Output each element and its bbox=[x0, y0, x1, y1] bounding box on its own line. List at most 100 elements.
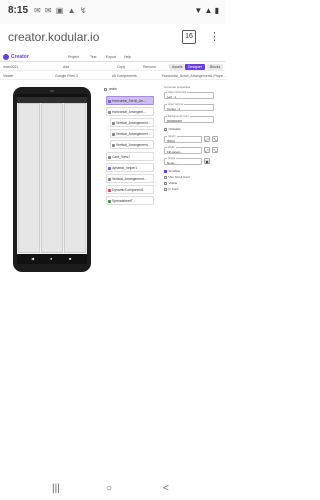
field-label: Background Color bbox=[167, 115, 190, 118]
camera-icon bbox=[50, 90, 54, 92]
component-icon bbox=[108, 177, 111, 181]
checkbox-icon bbox=[164, 187, 167, 191]
tree-item-label: Vertical_Arrangement... bbox=[112, 177, 147, 181]
properties-section-title: Common properties bbox=[164, 85, 191, 89]
align-vertical-dropdown[interactable]: Align Vertical Center : 2 bbox=[164, 103, 214, 111]
tree-item-label: Vertical_Arrangement... bbox=[116, 132, 151, 136]
tree-item-label: SpreadsheetT... bbox=[112, 199, 136, 203]
tree-item[interactable]: dynamic_helper1 bbox=[106, 163, 154, 172]
tree-item[interactable]: Vertical_Arrangement... bbox=[110, 140, 154, 149]
component-icon bbox=[112, 143, 115, 147]
scrollbar-checkbox[interactable]: Scrollbar bbox=[164, 169, 180, 173]
height-field[interactable]: Height 300px bbox=[164, 135, 202, 143]
properties-header: Horizontal_Scroll_Arrangement1 Prope... bbox=[162, 74, 226, 78]
tree-item-label: DynamicComponent1 bbox=[112, 188, 144, 192]
app-logo[interactable]: Creator bbox=[3, 54, 29, 60]
url-field[interactable]: creator.kodular.io bbox=[8, 30, 99, 44]
field-label: Width bbox=[167, 146, 176, 149]
browser-url-bar[interactable]: creator.kodular.io 16 ⋮ bbox=[0, 24, 225, 52]
preview-screen[interactable]: ◀ ● ■ bbox=[17, 94, 87, 264]
app-navbar: Creator Project Test Export Help bbox=[0, 52, 225, 62]
menu-export[interactable]: Export bbox=[106, 55, 116, 59]
tree-item-label: Horizontal_Arrangem... bbox=[112, 110, 146, 114]
image-field[interactable]: Image None... bbox=[164, 157, 202, 165]
preview-back-icon: ◀ bbox=[31, 256, 35, 261]
component-icon bbox=[112, 121, 115, 125]
tab-switcher-button[interactable]: 16 bbox=[182, 30, 196, 44]
copy-screen-button[interactable]: Copy bbox=[117, 65, 125, 69]
preview-arrangement-3[interactable] bbox=[64, 103, 86, 253]
use-scroll-card-checkbox[interactable]: Use Scroll Card bbox=[164, 175, 190, 179]
field-value: None... bbox=[167, 161, 177, 165]
tree-item-label: Vertical_Arrangement... bbox=[116, 121, 151, 125]
screen-selector[interactable]: main2021 bbox=[3, 65, 18, 69]
collapse-icon[interactable] bbox=[104, 87, 107, 91]
image-icon[interactable]: ▣ bbox=[204, 158, 210, 164]
designer-button[interactable]: Designer bbox=[185, 64, 206, 70]
blocks-button[interactable]: Blocks bbox=[207, 64, 224, 70]
tree-item[interactable]: Horizontal_Scroll_Arr... bbox=[106, 96, 154, 105]
checkbox-icon bbox=[164, 175, 167, 179]
field-value: #00000000 bbox=[167, 119, 183, 123]
preview-arrangement-2[interactable] bbox=[41, 103, 63, 253]
add-screen-button[interactable]: Add bbox=[63, 65, 69, 69]
visible-checkbox[interactable]: Visible bbox=[164, 181, 177, 185]
device-selector[interactable]: Google Pixel 3 bbox=[55, 74, 78, 78]
back-icon[interactable]: < bbox=[163, 483, 169, 495]
tree-item[interactable]: SpreadsheetT... bbox=[106, 196, 154, 205]
component-icon bbox=[112, 132, 115, 136]
recent-apps-icon[interactable]: ||| bbox=[52, 483, 60, 495]
tree-item-label: Horizontal_Scroll_Arr... bbox=[112, 99, 146, 103]
field-value: 300px bbox=[167, 139, 176, 143]
tree-item-label: dynamic_helper1 bbox=[112, 166, 138, 170]
component-icon bbox=[108, 99, 111, 103]
tree-item[interactable]: Vertical_Arrangement... bbox=[110, 118, 154, 127]
logo-icon bbox=[3, 54, 9, 60]
preview-recent-icon: ■ bbox=[69, 256, 72, 261]
clickable-checkbox[interactable]: Clickable bbox=[164, 127, 181, 131]
component-icon bbox=[108, 188, 111, 192]
collapse-arrows-icon[interactable]: ⤡ bbox=[212, 136, 218, 142]
designer-toolbar: main2021 Add Copy Remove Assets Designer… bbox=[0, 63, 225, 71]
menu-help[interactable]: Help bbox=[124, 55, 131, 59]
tree-item[interactable]: Horizontal_Arrangem... bbox=[106, 107, 154, 116]
component-icon bbox=[108, 155, 111, 159]
collapse-arrows-icon[interactable]: ⤡ bbox=[212, 147, 218, 153]
tree-item[interactable]: Vertical_Arrangement... bbox=[106, 174, 154, 183]
system-status-icons: ▼ ▲ ▮ bbox=[194, 6, 219, 15]
status-time: 8:15 bbox=[8, 5, 29, 16]
tree-root-label: main bbox=[109, 87, 117, 91]
browser-menu-icon[interactable]: ⋮ bbox=[209, 30, 220, 44]
expand-icon[interactable]: ⤢ bbox=[204, 136, 210, 142]
device-preview: ◀ ● ■ bbox=[13, 87, 91, 272]
tree-item[interactable]: Vertical_Arrangement... bbox=[110, 129, 154, 138]
checkbox-label: Clickable bbox=[168, 127, 181, 131]
components-filter[interactable]: All Components bbox=[112, 74, 137, 78]
field-value: Center : 2 bbox=[167, 107, 181, 111]
expand-icon[interactable]: ⤢ bbox=[204, 147, 210, 153]
in-card-checkbox[interactable]: In Card bbox=[164, 187, 178, 191]
field-value: Left : 1 bbox=[167, 95, 177, 99]
width-field[interactable]: Width Fill parent... bbox=[164, 146, 202, 154]
designer-subbar: Viewer Google Pixel 3 All Components Hor… bbox=[0, 72, 226, 80]
logo-text: Creator bbox=[11, 54, 29, 60]
menu-test[interactable]: Test bbox=[90, 55, 96, 59]
field-label: Align Horizontal bbox=[167, 91, 188, 94]
properties-panel: Common properties Align Horizontal Left … bbox=[160, 80, 225, 240]
assets-button[interactable]: Assets bbox=[169, 64, 186, 70]
preview-arrangement-1[interactable] bbox=[18, 103, 40, 253]
checkbox-icon bbox=[164, 127, 167, 131]
tree-item[interactable]: DynamicComponent1 bbox=[106, 185, 154, 194]
tree-item-label: Vertical_Arrangement... bbox=[116, 143, 151, 147]
tree-item[interactable]: Card_View1 bbox=[106, 152, 154, 161]
component-icon bbox=[108, 199, 111, 203]
align-horizontal-dropdown[interactable]: Align Horizontal Left : 1 bbox=[164, 91, 214, 99]
system-navigation-bar: ||| ○ < bbox=[0, 478, 225, 500]
checkbox-label: Scrollbar bbox=[168, 169, 181, 173]
background-color-picker[interactable]: Background Color #00000000 bbox=[164, 115, 214, 123]
tree-item-label: Card_View1 bbox=[112, 155, 130, 159]
home-icon[interactable]: ○ bbox=[106, 483, 112, 495]
menu-project[interactable]: Project bbox=[68, 55, 79, 59]
remove-screen-button[interactable]: Remove bbox=[143, 65, 156, 69]
tree-root-main[interactable]: main bbox=[104, 87, 117, 91]
